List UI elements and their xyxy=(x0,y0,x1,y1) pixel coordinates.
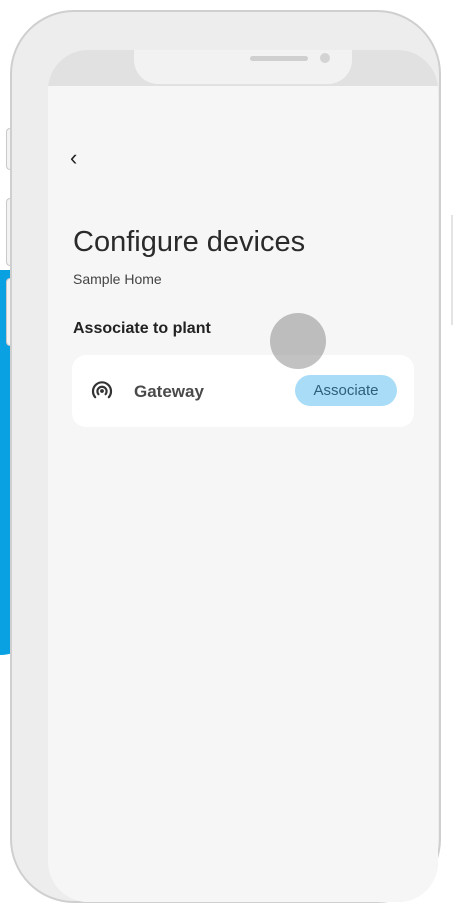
device-card-gateway: Gateway Associate xyxy=(72,355,414,427)
device-name: Gateway xyxy=(134,382,204,401)
screen-content: ‹ Configure devices Sample Home Associat… xyxy=(48,86,438,902)
app-stage: ‹ Configure devices Sample Home Associat… xyxy=(0,0,453,908)
gateway-signal-icon xyxy=(91,381,113,399)
section-heading: Associate to plant xyxy=(73,320,211,337)
phone-notch xyxy=(134,50,352,84)
speaker-grille xyxy=(250,56,308,61)
page-subtitle: Sample Home xyxy=(73,271,162,287)
front-camera xyxy=(320,53,330,63)
associate-button[interactable]: Associate xyxy=(295,375,397,406)
phone-frame: ‹ Configure devices Sample Home Associat… xyxy=(10,10,441,903)
page-title: Configure devices xyxy=(73,226,306,258)
chevron-left-icon: ‹ xyxy=(70,145,78,170)
back-button[interactable]: ‹ xyxy=(70,146,90,170)
phone-screen: ‹ Configure devices Sample Home Associat… xyxy=(48,50,438,902)
